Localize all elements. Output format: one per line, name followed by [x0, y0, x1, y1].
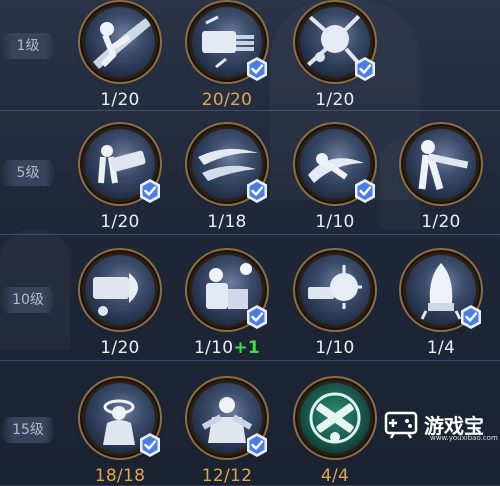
skill-level-text: 1/20 — [75, 338, 165, 358]
skill-level-value: 1/20 — [100, 90, 140, 110]
skill-level-value: 4/4 — [320, 466, 350, 486]
skill-level-value: 1/20 — [100, 338, 140, 358]
watermark-logo: 游戏宝 www.youxibao.com — [384, 404, 498, 444]
skill-level-text: 1/10+1 — [182, 338, 272, 358]
skill-node[interactable] — [297, 4, 375, 81]
skill-level-text: 1/4 — [396, 338, 486, 358]
skill-level-text: 18/18 — [75, 466, 165, 486]
skill-level-value: 1/10 — [315, 338, 355, 358]
skill-level-value: 18/18 — [94, 466, 146, 486]
checkmark-badge-icon — [355, 179, 375, 203]
skill-level-value: 20/20 — [201, 90, 253, 110]
skill-level-value: 1/20 — [421, 212, 461, 232]
skill-node[interactable] — [403, 252, 481, 329]
rifle-shot-icon — [418, 140, 469, 190]
row-divider — [0, 360, 500, 361]
tier-label: 5级 — [0, 160, 56, 186]
skill-level-text: 1/20 — [75, 212, 165, 232]
skill-level-value: 1/10 — [315, 212, 355, 232]
skill-level-value: 1/18 — [207, 212, 247, 232]
skill-level-text: 1/20 — [396, 212, 486, 232]
skill-node[interactable] — [297, 380, 373, 456]
row-divider — [0, 234, 500, 235]
gamepad-logo-icon — [384, 411, 418, 439]
skill-node[interactable] — [297, 126, 375, 203]
checkmark-badge-icon — [247, 57, 267, 81]
checkmark-badge-icon — [140, 433, 160, 457]
explosion-shot-icon — [308, 265, 362, 309]
watermark-url: www.youxibao.com — [430, 434, 498, 442]
skill-level-text: 1/10 — [290, 212, 380, 232]
checkmark-badge-icon — [247, 179, 267, 203]
skill-node[interactable] — [189, 252, 267, 329]
skill-bonus-value: +1 — [233, 338, 261, 358]
skill-node[interactable] — [189, 380, 267, 457]
kick-strike-icon — [93, 17, 151, 69]
checkmark-badge-icon — [140, 179, 160, 203]
skill-node[interactable] — [82, 4, 158, 80]
tier-label: 10级 — [0, 287, 56, 313]
launcher-blast-icon — [93, 273, 138, 316]
skill-node[interactable] — [189, 126, 267, 203]
tier-label: 1级 — [0, 33, 56, 59]
checkmark-badge-icon — [461, 305, 481, 329]
skill-level-text: 1/10 — [290, 338, 380, 358]
skill-level-text: 1/20 — [290, 90, 380, 110]
skill-level-text: 4/4 — [290, 466, 380, 486]
skill-level-value: 12/12 — [201, 466, 253, 486]
skill-level-text: 1/20 — [75, 90, 165, 110]
skill-node[interactable] — [189, 4, 267, 81]
crossed-guns-icon — [309, 392, 361, 444]
skill-level-text: 12/12 — [182, 466, 272, 486]
skill-level-value: 1/10 — [193, 338, 234, 358]
skill-node[interactable] — [403, 126, 479, 202]
checkmark-badge-icon — [247, 433, 267, 457]
skill-level-value: 1/20 — [100, 212, 140, 232]
skill-node[interactable] — [82, 380, 160, 457]
checkmark-badge-icon — [355, 57, 375, 81]
skill-node[interactable] — [297, 252, 373, 328]
skill-level-value: 1/20 — [315, 90, 355, 110]
row-divider — [0, 110, 500, 111]
skill-level-text: 20/20 — [182, 90, 272, 110]
skill-node[interactable] — [82, 252, 158, 328]
skill-level-text: 1/18 — [182, 212, 272, 232]
checkmark-badge-icon — [247, 305, 267, 329]
skill-node[interactable] — [82, 126, 160, 203]
tier-label: 15级 — [0, 417, 56, 443]
skill-level-value: 1/4 — [426, 338, 456, 358]
